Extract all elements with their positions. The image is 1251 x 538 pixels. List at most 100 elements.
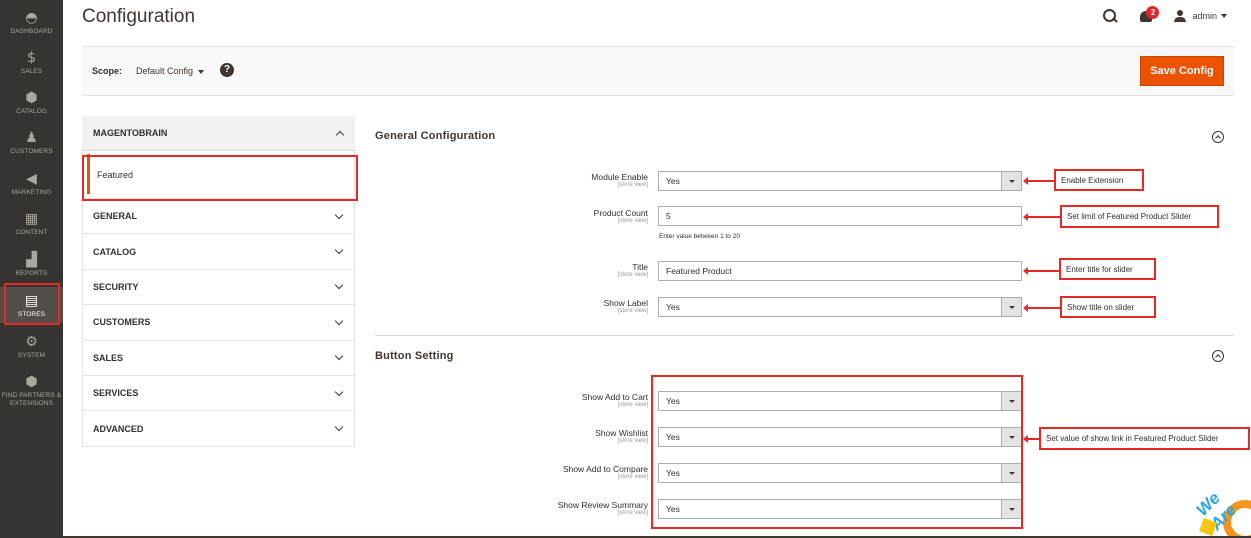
user-name: admin: [1192, 11, 1217, 21]
tab-catalog[interactable]: CATALOG: [82, 234, 355, 270]
watermark-logo: We Are: [1195, 470, 1251, 538]
chevron-up-icon: [335, 130, 345, 139]
nav-content[interactable]: ▦ CONTENT: [0, 211, 63, 237]
button-setting-title[interactable]: Button Setting: [375, 350, 454, 362]
tab-general[interactable]: GENERAL: [82, 199, 355, 235]
save-config-button[interactable]: Save Config: [1140, 56, 1224, 86]
annotation-links: Set value of show link in Featured Produ…: [1039, 427, 1250, 450]
show-review-summary-label: Show Review Summary [store view]: [558, 500, 648, 517]
field-label-text: Product Count: [593, 208, 648, 218]
show-label-label: Show Label [store view]: [604, 298, 648, 315]
product-count-note: Enter value between 1 to 20: [659, 233, 740, 240]
store-view-scope: [store view]: [617, 308, 648, 314]
scope-label: Scope:: [92, 66, 123, 76]
tab-label: ADVANCED: [93, 423, 144, 434]
chevron-down-icon: [334, 316, 344, 326]
header-actions: 2 admin: [1102, 6, 1227, 26]
chevron-down-icon: [334, 245, 344, 255]
scope-value: Default Config: [136, 66, 194, 76]
tab-customers[interactable]: CUSTOMERS: [82, 305, 355, 341]
user-menu[interactable]: admin: [1174, 10, 1227, 22]
nav-label: SYSTEM: [17, 352, 46, 359]
tab-label: SERVICES: [93, 388, 139, 399]
megaphone-icon: ◀: [26, 171, 37, 187]
store-view-scope: [store view]: [617, 510, 648, 516]
nav-label: FIND PARTNERS & EXTENSIONS: [1, 392, 62, 407]
user-icon: [1174, 10, 1187, 22]
field-label-text: Show Wishlist: [595, 428, 648, 438]
scope-switcher[interactable]: Default Config: [136, 66, 205, 76]
show-add-to-compare-label: Show Add to Compare [store view]: [563, 464, 648, 481]
store-view-scope: [store view]: [617, 182, 648, 188]
tab-advanced[interactable]: ADVANCED: [82, 411, 355, 447]
tab-security[interactable]: SECURITY: [82, 269, 355, 306]
chevron-down-icon: [334, 210, 344, 219]
annotation-limit: Set limit of Featured Product Slider: [1060, 205, 1219, 228]
annotation-arrow: [1023, 177, 1054, 185]
chevron-down-icon: [1001, 172, 1021, 190]
product-count-input[interactable]: 5: [658, 206, 1022, 226]
chevron-down-icon: [1001, 298, 1021, 316]
section-divider: [375, 335, 1234, 336]
notifications-button[interactable]: 2: [1140, 6, 1160, 24]
annotation-arrow: [1023, 304, 1060, 312]
tab-label: SALES: [93, 352, 124, 363]
show-add-to-cart-label: Show Add to Cart [store view]: [582, 392, 648, 409]
field-label-text: Show Label: [603, 298, 648, 308]
field-label-text: Show Review Summary: [557, 500, 648, 510]
tab-sales[interactable]: SALES: [82, 340, 355, 376]
annotation-show-title: Show title on slider: [1060, 296, 1156, 318]
store-view-scope: [store view]: [617, 218, 648, 224]
person-icon: ♟: [25, 130, 38, 146]
title-input[interactable]: Featured Product: [658, 261, 1022, 281]
select-value: Yes: [666, 176, 680, 186]
nav-label: MARKETING: [11, 189, 52, 196]
tab-label: CATALOG: [93, 246, 137, 257]
store-view-scope: [store view]: [617, 438, 648, 444]
admin-sidebar: ◓ DASHBOARD $ SALES ⬢ CATALOG ♟ CUSTOMER…: [0, 0, 63, 538]
store-view-scope: [store view]: [617, 272, 648, 278]
tab-services[interactable]: SERVICES: [82, 375, 355, 412]
field-label-text: Show Add to Cart: [581, 392, 648, 402]
dashboard-icon: ◓: [25, 10, 38, 26]
search-icon[interactable]: [1102, 8, 1118, 24]
gear-icon: ⚙: [25, 334, 38, 350]
nav-label: REPORTS: [15, 270, 48, 277]
nav-marketing[interactable]: ◀ MARKETING: [0, 171, 63, 197]
tab-magentobrain[interactable]: MAGENTOBRAIN: [82, 116, 355, 151]
chevron-down-icon: [334, 422, 344, 432]
button-settings-highlight-box: [651, 375, 1023, 529]
annotation-arrow: [1023, 435, 1039, 443]
nav-label: SALES: [20, 68, 43, 75]
annotation-title: Enter title for slider: [1059, 258, 1156, 280]
nav-system[interactable]: ⚙ SYSTEM: [0, 334, 63, 360]
field-label-text: Title: [632, 262, 648, 272]
module-enable-label: Module Enable [store view]: [591, 172, 648, 189]
scope-bar: Scope: Default Config ? Save Config: [82, 46, 1234, 96]
select-value: Yes: [666, 302, 680, 312]
nav-label: DASHBOARD: [10, 28, 53, 35]
nav-label: CUSTOMERS: [10, 148, 53, 155]
collapse-icon[interactable]: [1212, 131, 1224, 143]
help-icon[interactable]: ?: [220, 63, 234, 77]
nav-catalog[interactable]: ⬢ CATALOG: [0, 90, 63, 116]
annotation-arrow: [1023, 213, 1060, 221]
nav-dashboard[interactable]: ◓ DASHBOARD: [0, 10, 63, 36]
nav-customers[interactable]: ♟ CUSTOMERS: [0, 130, 63, 156]
layout-icon: ▦: [24, 211, 39, 227]
show-label-select[interactable]: Yes: [658, 297, 1022, 317]
nav-sales[interactable]: $ SALES: [0, 50, 63, 76]
title-label: Title [store view]: [618, 262, 648, 279]
nav-find-partners[interactable]: ⬢ FIND PARTNERS & EXTENSIONS: [0, 374, 63, 408]
tab-label: CUSTOMERS: [93, 317, 151, 328]
featured-highlight-box: [82, 155, 358, 201]
chevron-down-icon: [334, 281, 344, 290]
module-enable-select[interactable]: Yes: [658, 171, 1022, 191]
field-label-text: Module Enable: [591, 172, 648, 182]
chevron-down-icon: [1221, 14, 1227, 18]
box-icon: ⬢: [25, 90, 38, 106]
general-config-title[interactable]: General Configuration: [375, 130, 495, 142]
nav-reports[interactable]: ▟ REPORTS: [0, 252, 63, 278]
collapse-icon[interactable]: [1212, 350, 1224, 362]
notification-count-badge: 2: [1146, 6, 1160, 19]
